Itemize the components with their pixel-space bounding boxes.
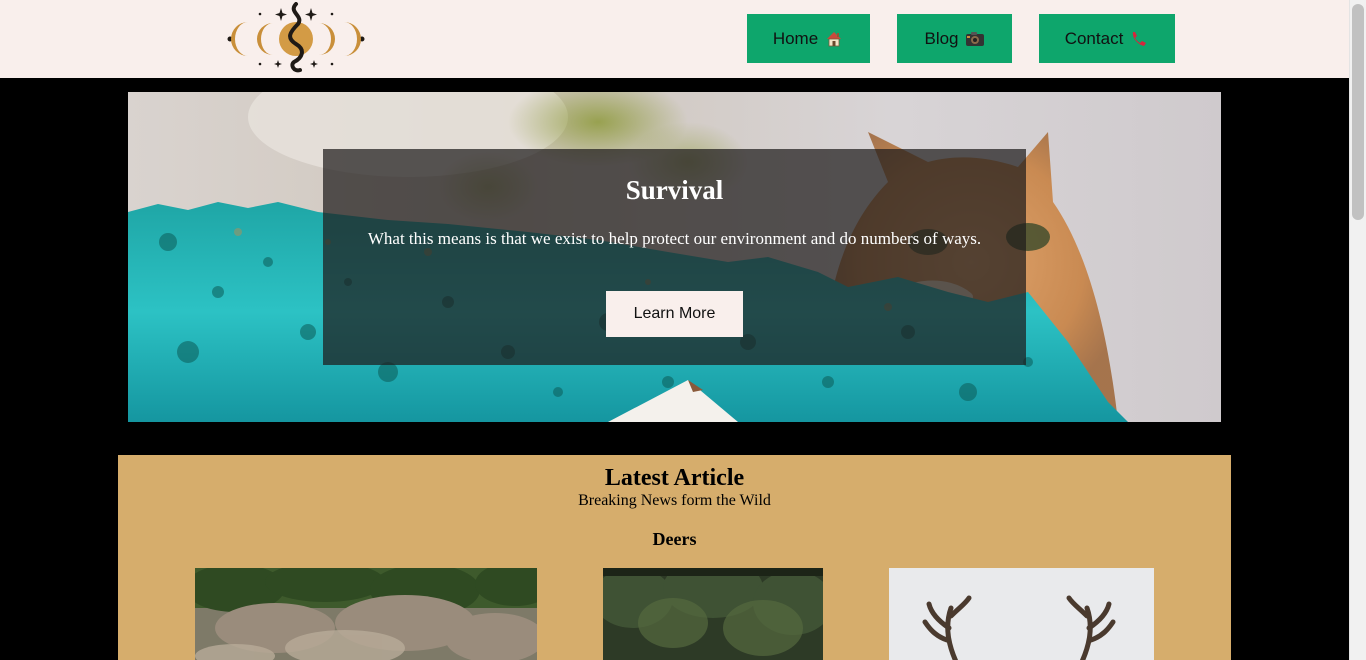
page-scrollbar[interactable] — [1349, 0, 1366, 660]
phone-icon — [1129, 29, 1149, 49]
site-header: Home Blog Contact — [0, 0, 1349, 78]
article-section-heading: Deers — [652, 529, 697, 549]
moon-snake-logo-icon[interactable] — [226, 2, 366, 74]
article-subtitle: Breaking News form the Wild — [578, 492, 771, 509]
nav-contact-label: Contact — [1064, 28, 1124, 48]
article-title: Latest Article — [604, 465, 745, 491]
nav-contact-button[interactable]: Contact — [1039, 14, 1175, 63]
hero-title: Survival — [625, 175, 724, 205]
camera-icon — [965, 29, 985, 49]
forest-trees-photo[interactable] — [603, 568, 823, 660]
nav-home-label: Home — [772, 28, 819, 48]
scrollbar-thumb[interactable] — [1352, 4, 1364, 220]
field-shrubs-photo[interactable] — [195, 568, 537, 660]
nav-blog-label: Blog — [924, 28, 959, 48]
nav-blog-button[interactable]: Blog — [897, 14, 1012, 63]
hero-banner: Survival What this means is that we exis… — [128, 92, 1221, 422]
hero-overlay-card: Survival What this means is that we exis… — [323, 149, 1026, 365]
house-icon — [824, 29, 844, 49]
deer-antlers-photo[interactable] — [889, 568, 1154, 660]
nav-home-button[interactable]: Home — [747, 14, 870, 63]
latest-article-section: Latest Article Breaking News form the Wi… — [118, 455, 1231, 660]
learn-more-button[interactable]: Learn More — [606, 291, 743, 337]
hero-description: What this means is that we exist to help… — [367, 229, 982, 248]
